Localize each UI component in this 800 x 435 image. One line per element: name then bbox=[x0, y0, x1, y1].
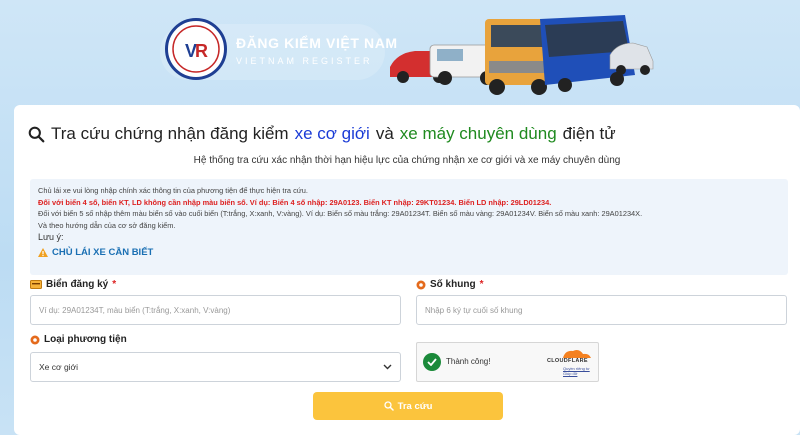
instruction-line-warning: Đối với biển 4 số, biển KT, LD không cần… bbox=[38, 197, 552, 207]
search-card: Tra cứu chứng nhận đăng kiểm xe cơ giới … bbox=[14, 105, 800, 435]
search-button[interactable]: Tra cứu bbox=[313, 392, 503, 420]
title-part-motor-vehicle: xe cơ giới bbox=[294, 124, 370, 143]
search-icon bbox=[383, 401, 394, 411]
frame-placeholder: Nhập 6 ký tự cuối số khung bbox=[425, 305, 523, 315]
orange-truck-icon bbox=[485, 19, 550, 95]
driver-notice-link[interactable]: CHỦ LÁI XE CẦN BIẾT bbox=[38, 247, 780, 259]
vehicles-illustration bbox=[390, 15, 654, 95]
title-part-main: Tra cứu chứng nhận đăng kiểm bbox=[51, 124, 289, 143]
required-mark: * bbox=[479, 279, 484, 290]
help-link[interactable]: Giúp đỡ bbox=[563, 371, 590, 376]
search-button-label: Tra cứu bbox=[397, 400, 433, 412]
title-part-and: và bbox=[375, 124, 394, 143]
vehicle-type-label-text: Loại phương tiện bbox=[44, 334, 127, 345]
cloudflare-captcha[interactable]: Thành công! CLOUDFLARE Quyền riêng tư Gi… bbox=[416, 342, 599, 382]
header-banner: V R ĐĂNG KIỂM VIỆT NAM VIETNAM REGISTER bbox=[0, 0, 800, 108]
vehicle-type-select[interactable]: Xe cơ giới bbox=[30, 352, 401, 382]
frame-input[interactable]: Nhập 6 ký tự cuối số khung bbox=[416, 295, 787, 325]
title-part-electronic: điện tử bbox=[562, 124, 616, 143]
gear-icon bbox=[416, 280, 426, 289]
vehicle-type-value: Xe cơ giới bbox=[39, 362, 79, 372]
cloudflare-brand: CLOUDFLARE bbox=[547, 358, 588, 364]
instruction-line: Chủ lái xe vui lòng nhập chính xác thông… bbox=[38, 186, 308, 195]
required-mark: * bbox=[112, 279, 117, 290]
vietnam-register-seal-icon: V R bbox=[165, 18, 227, 80]
plate-placeholder: Ví dụ: 29A01234T, màu biển (T:trắng, X:x… bbox=[39, 305, 231, 315]
success-check-icon bbox=[423, 353, 441, 371]
plate-label-text: Biển đăng ký bbox=[46, 279, 109, 290]
title-part-special-vehicle: xe máy chuyên dùng bbox=[399, 124, 557, 143]
frame-label-text: Số khung bbox=[430, 279, 476, 290]
license-plate-icon bbox=[30, 280, 42, 289]
chevron-down-icon bbox=[383, 364, 392, 370]
plate-label: Biển đăng ký * bbox=[30, 279, 116, 290]
search-icon bbox=[28, 126, 45, 142]
warning-icon bbox=[38, 247, 48, 257]
instruction-line: Đối với biển 5 số nhập thêm màu biển số … bbox=[38, 209, 643, 218]
plate-input[interactable]: Ví dụ: 29A01234T, màu biển (T:trắng, X:x… bbox=[30, 295, 401, 325]
page-title: Tra cứu chứng nhận đăng kiểm xe cơ giới … bbox=[28, 124, 616, 144]
captcha-links: Quyền riêng tư Giúp đỡ bbox=[563, 366, 590, 376]
instruction-line: Và theo hướng dẫn của cơ sở đăng kiểm. bbox=[38, 220, 176, 230]
svg-text:R: R bbox=[195, 41, 208, 61]
instructions-box: Chủ lái xe vui lòng nhập chính xác thông… bbox=[30, 179, 788, 275]
driver-notice-label: CHỦ LÁI XE CẦN BIẾT bbox=[52, 246, 154, 258]
frame-label: Số khung * bbox=[416, 279, 483, 290]
captcha-status: Thành công! bbox=[446, 357, 491, 366]
logo-title: ĐĂNG KIỂM VIỆT NAM bbox=[236, 35, 398, 51]
vehicle-type-label: Loại phương tiện bbox=[30, 334, 127, 345]
note-label: Lưu ý: bbox=[38, 232, 64, 242]
gear-icon bbox=[30, 335, 40, 344]
logo-subtitle: VIETNAM REGISTER bbox=[236, 56, 373, 66]
page-subtitle: Hệ thống tra cứu xác nhận thời hạn hiệu … bbox=[193, 155, 621, 166]
